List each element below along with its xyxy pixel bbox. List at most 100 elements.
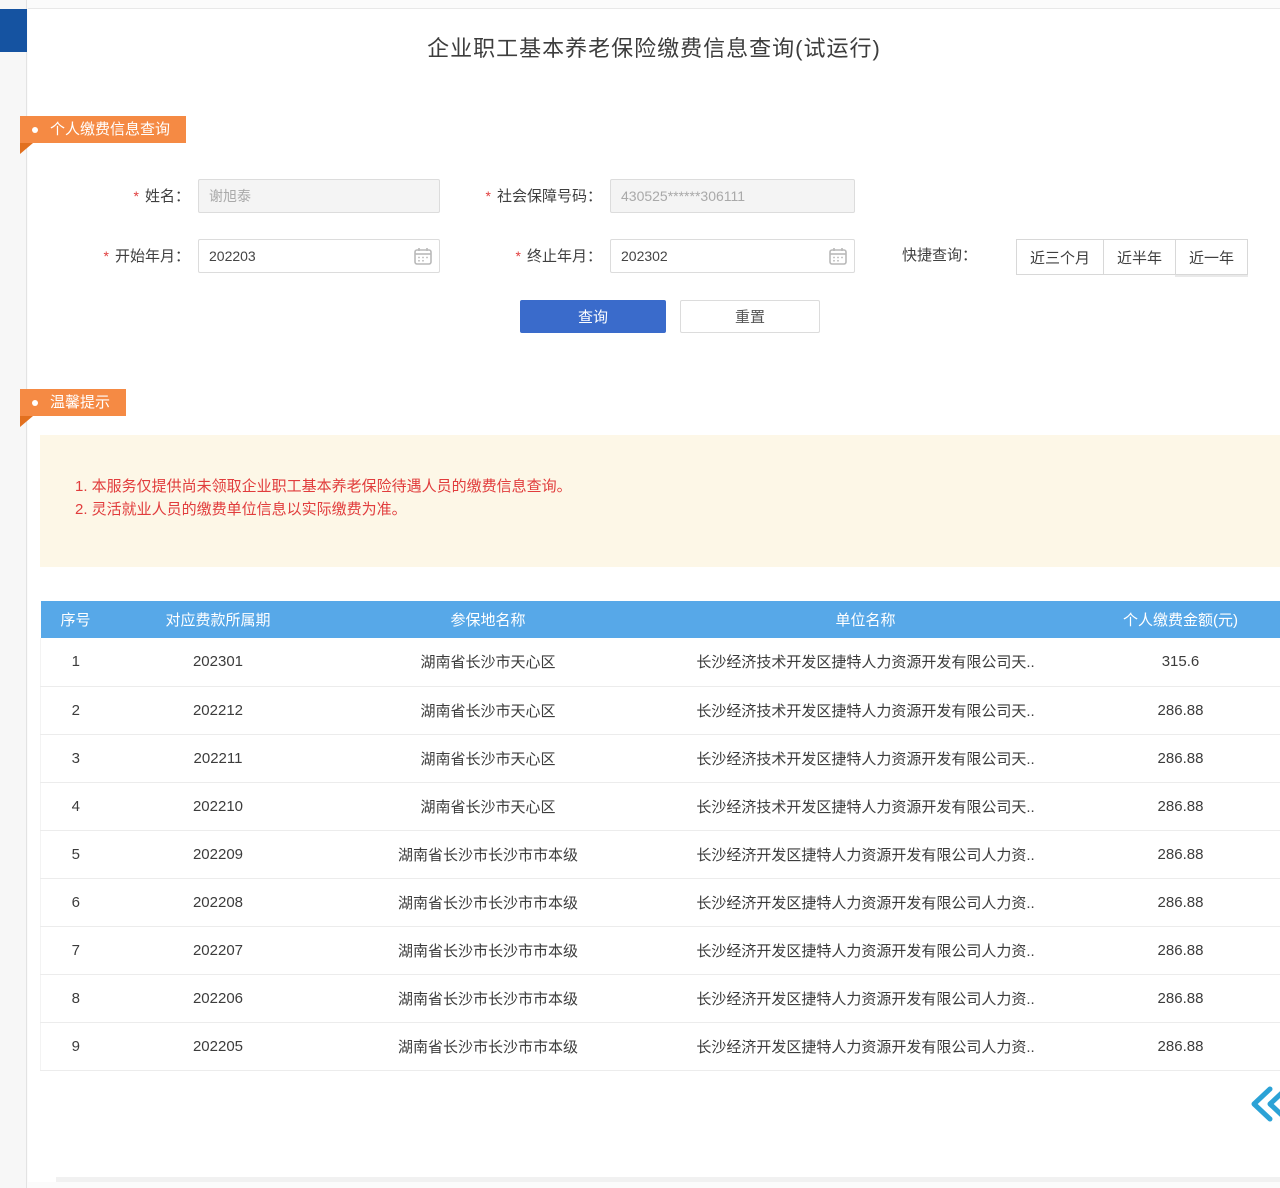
double-left-chevron-icon[interactable] (1246, 1081, 1280, 1127)
quick-3-months-button[interactable]: 近三个月 (1016, 239, 1104, 275)
cell-employer: 长沙经济开发区捷特人力资源开发有限公司人力资.. (651, 1022, 1081, 1070)
col-header-period: 对应费款所属期 (111, 601, 326, 638)
tips-notice-box: 1. 本服务仅提供尚未领取企业职工基本养老保险待遇人员的缴费信息查询。 2. 灵… (40, 435, 1280, 567)
quick-1-year-button[interactable]: 近一年 (1175, 239, 1248, 275)
cell-insured-place: 湖南省长沙市长沙市市本级 (326, 974, 651, 1022)
cell-amount: 286.88 (1081, 686, 1280, 734)
quick-query-group: 近三个月 近半年 近一年 (1016, 239, 1248, 275)
col-header-amount: 个人缴费金额(元) (1081, 601, 1280, 638)
cell-insured-place: 湖南省长沙市天心区 (326, 638, 651, 686)
payment-records-table: 序号 对应费款所属期 参保地名称 单位名称 个人缴费金额(元) 1202301湖… (40, 601, 1280, 1071)
collapsed-sidebar (0, 0, 27, 1188)
cell-employer: 长沙经济技术开发区捷特人力资源开发有限公司天.. (651, 782, 1081, 830)
cell-period: 202210 (111, 782, 326, 830)
cell-employer: 长沙经济技术开发区捷特人力资源开发有限公司天.. (651, 686, 1081, 734)
tips-line-1: 1. 本服务仅提供尚未领取企业职工基本养老保险待遇人员的缴费信息查询。 (75, 475, 1280, 498)
table-row: 2202212湖南省长沙市天心区长沙经济技术开发区捷特人力资源开发有限公司天..… (41, 686, 1280, 734)
end-month-field (610, 239, 855, 273)
cell-amount: 286.88 (1081, 830, 1280, 878)
required-asterisk: * (516, 248, 521, 264)
name-input[interactable] (198, 179, 440, 213)
cell-amount: 286.88 (1081, 926, 1280, 974)
cell-period: 202205 (111, 1022, 326, 1070)
cell-employer: 长沙经济开发区捷特人力资源开发有限公司人力资.. (651, 974, 1081, 1022)
required-asterisk: * (134, 188, 139, 204)
ribbon-fold (20, 416, 33, 427)
sidebar-active-block[interactable] (0, 9, 27, 52)
ssn-input[interactable] (610, 179, 855, 213)
cell-index: 9 (41, 1022, 111, 1070)
table-row: 3202211湖南省长沙市天心区长沙经济技术开发区捷特人力资源开发有限公司天..… (41, 734, 1280, 782)
cell-index: 2 (41, 686, 111, 734)
cell-insured-place: 湖南省长沙市长沙市市本级 (326, 1022, 651, 1070)
cell-amount: 286.88 (1081, 1022, 1280, 1070)
end-month-input[interactable] (610, 239, 855, 273)
cell-period: 202212 (111, 686, 326, 734)
table-row: 5202209湖南省长沙市长沙市市本级长沙经济开发区捷特人力资源开发有限公司人力… (41, 830, 1280, 878)
start-month-field (198, 239, 440, 273)
start-month-input[interactable] (198, 239, 440, 273)
table-row: 8202206湖南省长沙市长沙市市本级长沙经济开发区捷特人力资源开发有限公司人力… (41, 974, 1280, 1022)
cell-amount: 286.88 (1081, 782, 1280, 830)
cell-index: 4 (41, 782, 111, 830)
cell-period: 202209 (111, 830, 326, 878)
table-row: 6202208湖南省长沙市长沙市市本级长沙经济开发区捷特人力资源开发有限公司人力… (41, 878, 1280, 926)
table-row: 4202210湖南省长沙市天心区长沙经济技术开发区捷特人力资源开发有限公司天..… (41, 782, 1280, 830)
ssn-label: *社会保障号码： (438, 179, 602, 214)
cell-amount: 286.88 (1081, 974, 1280, 1022)
section-ribbon-label: 温馨提示 (50, 389, 110, 416)
cell-employer: 长沙经济开发区捷特人力资源开发有限公司人力资.. (651, 830, 1081, 878)
cell-period: 202208 (111, 878, 326, 926)
cell-employer: 长沙经济开发区捷特人力资源开发有限公司人力资.. (651, 878, 1081, 926)
cell-insured-place: 湖南省长沙市长沙市市本级 (326, 878, 651, 926)
end-month-label: *终止年月： (438, 239, 602, 274)
cell-insured-place: 湖南省长沙市天心区 (326, 686, 651, 734)
bullet-dot-icon (32, 127, 38, 133)
cell-index: 5 (41, 830, 111, 878)
cell-amount: 286.88 (1081, 878, 1280, 926)
cell-period: 202206 (111, 974, 326, 1022)
table-row: 9202205湖南省长沙市长沙市市本级长沙经济开发区捷特人力资源开发有限公司人力… (41, 1022, 1280, 1070)
calendar-icon[interactable] (829, 247, 847, 265)
cell-employer: 长沙经济技术开发区捷特人力资源开发有限公司天.. (651, 734, 1081, 782)
cell-period: 202211 (111, 734, 326, 782)
table-row: 1202301湖南省长沙市天心区长沙经济技术开发区捷特人力资源开发有限公司天..… (41, 638, 1280, 686)
table-row: 7202207湖南省长沙市长沙市市本级长沙经济开发区捷特人力资源开发有限公司人力… (41, 926, 1280, 974)
cell-insured-place: 湖南省长沙市长沙市市本级 (326, 830, 651, 878)
cell-period: 202207 (111, 926, 326, 974)
ribbon-fold (20, 143, 33, 154)
col-header-index: 序号 (41, 601, 111, 638)
page-title: 企业职工基本养老保险缴费信息查询(试运行) (28, 31, 1280, 63)
bottom-divider (56, 1177, 1280, 1182)
cell-insured-place: 湖南省长沙市长沙市市本级 (326, 926, 651, 974)
reset-button[interactable]: 重置 (680, 300, 820, 333)
page: 企业职工基本养老保险缴费信息查询(试运行) 个人缴费信息查询 *姓名： *社会保… (0, 0, 1280, 1188)
cell-amount: 315.6 (1081, 638, 1280, 686)
cell-index: 7 (41, 926, 111, 974)
cell-employer: 长沙经济技术开发区捷特人力资源开发有限公司天.. (651, 638, 1081, 686)
cell-index: 1 (41, 638, 111, 686)
section-ribbon-label: 个人缴费信息查询 (50, 116, 170, 143)
name-label: *姓名： (68, 179, 190, 214)
cell-period: 202301 (111, 638, 326, 686)
cell-insured-place: 湖南省长沙市天心区 (326, 734, 651, 782)
section-ribbon-personal-query: 个人缴费信息查询 (20, 116, 186, 143)
cell-amount: 286.88 (1081, 734, 1280, 782)
cell-index: 3 (41, 734, 111, 782)
table-header-row: 序号 对应费款所属期 参保地名称 单位名称 个人缴费金额(元) (41, 601, 1280, 638)
section-ribbon-tips: 温馨提示 (20, 389, 126, 416)
start-month-label: *开始年月： (68, 239, 190, 274)
cell-insured-place: 湖南省长沙市天心区 (326, 782, 651, 830)
col-header-insured-place: 参保地名称 (326, 601, 651, 638)
query-button[interactable]: 查询 (520, 300, 666, 333)
calendar-icon[interactable] (414, 247, 432, 265)
cell-employer: 长沙经济开发区捷特人力资源开发有限公司人力资.. (651, 926, 1081, 974)
main-panel: 企业职工基本养老保险缴费信息查询(试运行) 个人缴费信息查询 *姓名： *社会保… (28, 8, 1280, 1182)
col-header-employer: 单位名称 (651, 601, 1081, 638)
tips-line-2: 2. 灵活就业人员的缴费单位信息以实际缴费为准。 (75, 498, 1280, 521)
quick-query-label: 快捷查询： (902, 239, 977, 273)
required-asterisk: * (486, 188, 491, 204)
bullet-dot-icon (32, 400, 38, 406)
quick-half-year-button[interactable]: 近半年 (1103, 239, 1176, 275)
required-asterisk: * (104, 248, 109, 264)
